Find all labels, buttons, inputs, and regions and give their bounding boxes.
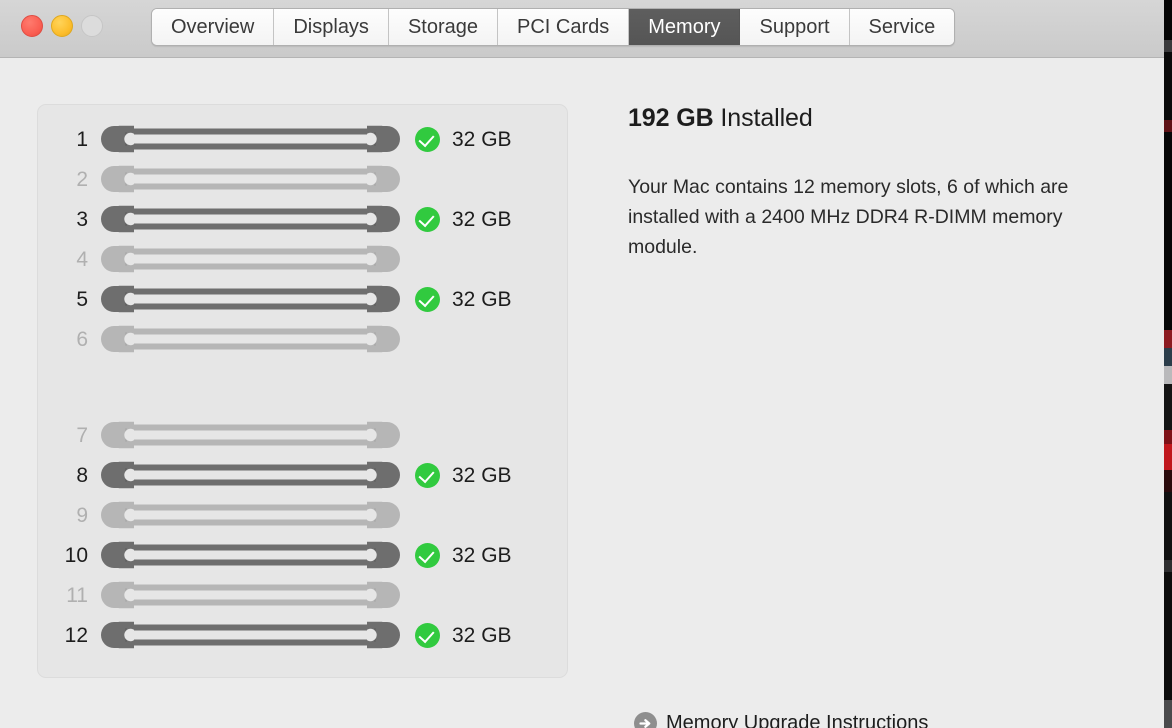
memory-upgrade-instructions-link[interactable]: Memory Upgrade Instructions xyxy=(634,712,928,728)
window-content: 1 32 GB 2 3 32 GB 4 5 32 GB 6 7 8 32 GB … xyxy=(0,58,1164,728)
dimm-graphic xyxy=(101,205,400,233)
dimm-graphic xyxy=(101,325,400,353)
memory-upgrade-instructions-label: Memory Upgrade Instructions xyxy=(666,712,929,728)
dimm-graphic xyxy=(101,621,400,649)
memory-description: Your Mac contains 12 memory slots, 6 of … xyxy=(628,176,1069,258)
dimm-graphic xyxy=(101,285,400,313)
slot-status-group: 32 GB xyxy=(415,126,512,152)
slot-capacity-label: 32 GB xyxy=(452,287,512,311)
installed-suffix: Installed xyxy=(720,104,813,132)
about-this-mac-window: Overview Displays Storage PCI Cards Memory Su… xyxy=(0,0,1164,728)
memory-slots-panel: 1 32 GB 2 3 32 GB 4 5 32 GB 6 7 8 32 GB … xyxy=(37,104,568,678)
memory-slot-row: 6 xyxy=(38,325,567,353)
tab-memory[interactable]: Memory xyxy=(629,9,741,45)
tab-service[interactable]: Service xyxy=(849,9,955,45)
slot-status-group: 32 GB xyxy=(415,622,512,648)
dimm-empty-icon xyxy=(100,501,401,529)
memory-slot-row: 5 32 GB xyxy=(38,285,567,313)
dimm-empty-icon xyxy=(100,245,401,273)
window-titlebar: Overview Displays Storage PCI Cards Memory Su… xyxy=(0,0,1164,58)
dimm-graphic xyxy=(101,461,400,489)
memory-slot-row: 11 xyxy=(38,581,567,609)
slot-number: 12 xyxy=(64,623,88,647)
slot-status-group: 32 GB xyxy=(415,286,512,312)
tab-displays[interactable]: Displays xyxy=(274,9,389,45)
green-check-icon xyxy=(415,126,440,152)
dimm-graphic xyxy=(101,421,400,449)
tab-support[interactable]: Support xyxy=(740,9,850,45)
dimm-empty-icon xyxy=(100,581,401,609)
memory-slot-row: 4 xyxy=(38,245,567,273)
minimize-button[interactable] xyxy=(51,15,73,37)
slot-number: 2 xyxy=(76,167,88,191)
memory-slot-row: 12 32 GB xyxy=(38,621,567,649)
memory-slot-row: 8 32 GB xyxy=(38,461,567,489)
slot-capacity-label: 32 GB xyxy=(452,463,512,487)
dimm-empty-icon xyxy=(100,165,401,193)
dimm-graphic xyxy=(101,501,400,529)
dimm-installed-icon xyxy=(100,621,401,649)
tab-storage[interactable]: Storage xyxy=(388,9,498,45)
dimm-graphic xyxy=(101,125,400,153)
dimm-installed-icon xyxy=(100,541,401,569)
memory-slot-row: 1 32 GB xyxy=(38,125,567,153)
dimm-installed-icon xyxy=(100,461,401,489)
slot-capacity-label: 32 GB xyxy=(452,127,512,151)
slot-status-group: 32 GB xyxy=(415,206,512,232)
dimm-graphic xyxy=(101,581,400,609)
dimm-installed-icon xyxy=(100,125,401,153)
installed-summary: 192 GB Installed xyxy=(628,104,1128,133)
memory-slot-row: 10 32 GB xyxy=(38,541,567,569)
memory-slot-row: 3 32 GB xyxy=(38,205,567,233)
installed-amount: 192 GB xyxy=(628,104,714,132)
tab-bar: Overview Displays Storage PCI Cards Memory Su… xyxy=(151,8,956,46)
green-check-icon xyxy=(415,622,440,648)
slot-number: 10 xyxy=(64,543,88,567)
slot-capacity-label: 32 GB xyxy=(452,207,512,231)
memory-info-column: 192 GB Installed Your Mac contains 12 me… xyxy=(628,104,1128,262)
slot-number: 3 xyxy=(76,207,88,231)
slot-status-group: 32 GB xyxy=(415,462,512,488)
green-check-icon xyxy=(415,206,440,232)
slot-number: 6 xyxy=(76,327,88,351)
tab-pci-cards[interactable]: PCI Cards xyxy=(498,9,630,45)
memory-slot-row: 2 xyxy=(38,165,567,193)
dimm-graphic xyxy=(101,541,400,569)
slot-number: 11 xyxy=(66,583,88,607)
dimm-installed-icon xyxy=(100,205,401,233)
zoom-button xyxy=(81,15,103,37)
close-button[interactable] xyxy=(21,15,43,37)
memory-slot-row: 7 xyxy=(38,421,567,449)
slot-number: 1 xyxy=(76,127,88,151)
dimm-graphic xyxy=(101,245,400,273)
slot-number: 9 xyxy=(76,503,88,527)
window-controls xyxy=(21,15,103,37)
dimm-installed-icon xyxy=(100,285,401,313)
arrow-right-circle-icon xyxy=(634,712,657,728)
memory-slot-row: 9 xyxy=(38,501,567,529)
slot-number: 5 xyxy=(76,287,88,311)
slot-number: 8 xyxy=(76,463,88,487)
slot-number: 4 xyxy=(76,247,88,271)
tab-overview[interactable]: Overview xyxy=(152,9,275,45)
green-check-icon xyxy=(415,542,440,568)
slot-number: 7 xyxy=(76,423,88,447)
dimm-empty-icon xyxy=(100,325,401,353)
green-check-icon xyxy=(415,286,440,312)
dimm-empty-icon xyxy=(100,421,401,449)
slot-status-group: 32 GB xyxy=(415,542,512,568)
green-check-icon xyxy=(415,462,440,488)
slot-capacity-label: 32 GB xyxy=(452,623,512,647)
dimm-graphic xyxy=(101,165,400,193)
slot-capacity-label: 32 GB xyxy=(452,543,512,567)
